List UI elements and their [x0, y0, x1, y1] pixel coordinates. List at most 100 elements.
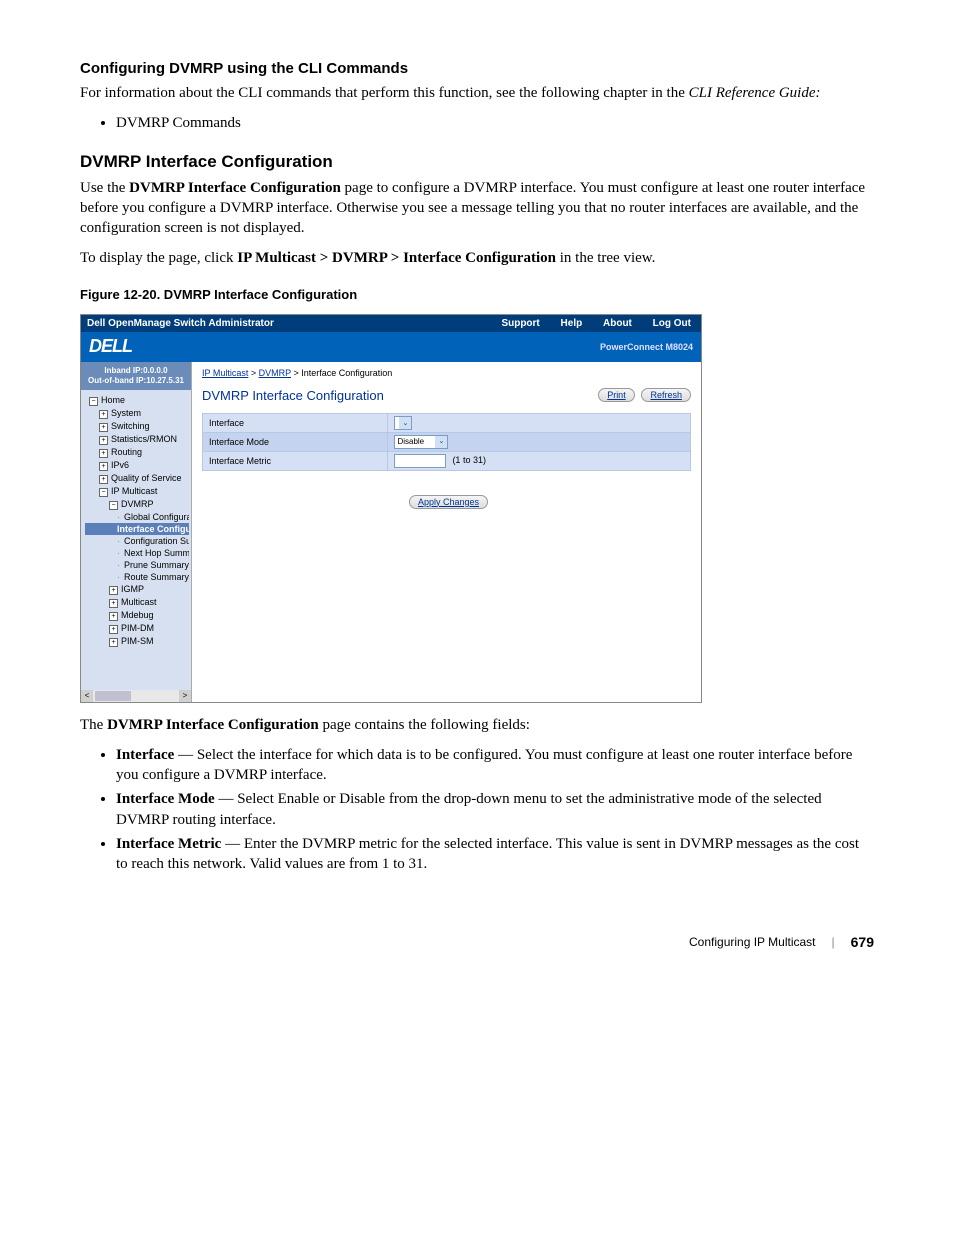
b1b: — Select the interface for which data is…	[116, 747, 852, 783]
tree-multicast[interactable]: +Multicast	[85, 596, 189, 609]
tree-gc[interactable]: ·Global Configuration	[85, 511, 189, 523]
link-help[interactable]: Help	[557, 318, 587, 329]
para-cli-text: For information about the CLI commands t…	[80, 85, 689, 101]
para-ic-1: Use the DVMRP Interface Configuration pa…	[80, 178, 874, 239]
tree-ps[interactable]: ·Prune Summary	[85, 559, 189, 571]
tree-qos-label: Quality of Service	[111, 473, 182, 483]
tree-system[interactable]: +System	[85, 407, 189, 420]
figure-caption: Figure 12-20. DVMRP Interface Configurat…	[80, 287, 874, 302]
field-interface-mode: Interface Mode — Select Enable or Disabl…	[116, 789, 874, 830]
link-about[interactable]: About	[599, 318, 636, 329]
tree-rs[interactable]: ·Route Summary	[85, 571, 189, 583]
label-interface-mode: Interface Mode	[203, 432, 388, 451]
footer-section: Configuring IP Multicast	[689, 935, 816, 949]
plus-icon: +	[99, 410, 108, 419]
tree-igmp[interactable]: +IGMP	[85, 583, 189, 596]
para-cli: For information about the CLI commands t…	[80, 83, 874, 103]
cli-ref: CLI Reference Guide:	[689, 85, 821, 101]
b3b: — Enter the DVMRP metric for the selecte…	[116, 836, 859, 872]
crumb-dvmrp[interactable]: DVMRP	[259, 368, 291, 378]
page-title: DVMRP Interface Configuration	[202, 388, 384, 403]
interface-metric-input[interactable]	[394, 454, 446, 468]
b2a: Interface Mode	[116, 791, 215, 807]
p1b: DVMRP Interface Configuration	[129, 180, 341, 196]
page-footer: Configuring IP Multicast | 679	[80, 934, 874, 950]
model-label: PowerConnect M8024	[600, 342, 693, 352]
interface-select[interactable]: ⌄	[394, 416, 412, 430]
tree-routing-label: Routing	[111, 447, 142, 457]
tree-pimdm[interactable]: +PIM-DM	[85, 622, 189, 635]
inband-ip: Inband IP:0.0.0.0	[83, 366, 189, 376]
apply-changes-button[interactable]: Apply Changes	[409, 495, 488, 509]
ss-titlebar: Dell OpenManage Switch Administrator Sup…	[81, 315, 701, 332]
p1a: Use the	[80, 180, 129, 196]
chevron-down-icon: ⌄	[399, 417, 411, 429]
tree-connector-icon: ·	[117, 572, 121, 582]
refresh-button[interactable]: Refresh	[641, 388, 691, 402]
plus-icon: +	[99, 462, 108, 471]
ss-brand-bar: DELL PowerConnect M8024	[81, 332, 701, 362]
tree-ipm-label: IP Multicast	[111, 486, 157, 496]
breadcrumb: IP Multicast > DVMRP > Interface Configu…	[202, 368, 691, 378]
oob-ip: Out-of-band IP:10.27.5.31	[83, 376, 189, 386]
plus-icon: +	[99, 423, 108, 432]
tree-connector-icon: ·	[117, 512, 121, 522]
tree-qos[interactable]: +Quality of Service	[85, 472, 189, 485]
plus-icon: +	[99, 436, 108, 445]
heading-cli: Configuring DVMRP using the CLI Commands	[80, 60, 874, 77]
cli-list: DVMRP Commands	[80, 113, 874, 133]
plus-icon: +	[109, 638, 118, 647]
lead-c: page contains the following fields:	[319, 717, 530, 733]
tree-pimsm[interactable]: +PIM-SM	[85, 635, 189, 648]
tree-dvmrp-label: DVMRP	[121, 499, 154, 509]
b3a: Interface Metric	[116, 836, 221, 852]
field-interface: Interface — Select the interface for whi…	[116, 745, 874, 786]
nav-scrollbar[interactable]: < >	[81, 690, 191, 702]
crumb-ipm[interactable]: IP Multicast	[202, 368, 248, 378]
minus-icon: −	[99, 488, 108, 497]
heading-dvmrp-ic: DVMRP Interface Configuration	[80, 152, 874, 172]
tree-dvmrp[interactable]: −DVMRP	[85, 498, 189, 511]
ss-title: Dell OpenManage Switch Administrator	[87, 318, 274, 329]
tree-mdebug[interactable]: +Mdebug	[85, 609, 189, 622]
tree-home[interactable]: −Home	[85, 394, 189, 407]
tree-ic-label: Interface Configurat	[117, 524, 189, 534]
tree-pimsm-label: PIM-SM	[121, 636, 154, 646]
scroll-right-icon[interactable]: >	[179, 690, 191, 702]
tree-rs-label: Route Summary	[124, 572, 189, 582]
tree-routing[interactable]: +Routing	[85, 446, 189, 459]
tree-nhs-label: Next Hop Summary	[124, 548, 189, 558]
row-interface-metric: Interface Metric (1 to 31)	[203, 451, 691, 470]
tree-nhs[interactable]: ·Next Hop Summary	[85, 547, 189, 559]
crumb-sep: >	[248, 368, 258, 378]
interface-mode-select[interactable]: Disable⌄	[394, 435, 448, 449]
tree-switching[interactable]: +Switching	[85, 420, 189, 433]
plus-icon: +	[99, 449, 108, 458]
crumb-current: Interface Configuration	[301, 368, 392, 378]
plus-icon: +	[109, 625, 118, 634]
print-button[interactable]: Print	[598, 388, 635, 402]
link-logout[interactable]: Log Out	[649, 318, 695, 329]
tree-ipv6-label: IPv6	[111, 460, 129, 470]
fields-lead: The DVMRP Interface Configuration page c…	[80, 715, 874, 735]
interface-mode-value: Disable	[397, 437, 424, 446]
dell-logo: DELL	[89, 336, 132, 357]
tree-multicast-label: Multicast	[121, 597, 157, 607]
cli-bullet: DVMRP Commands	[116, 113, 874, 133]
tree-ipv6[interactable]: +IPv6	[85, 459, 189, 472]
minus-icon: −	[89, 397, 98, 406]
tree-stats[interactable]: +Statistics/RMON	[85, 433, 189, 446]
scroll-thumb[interactable]	[95, 691, 131, 701]
lead-b: DVMRP Interface Configuration	[107, 717, 319, 733]
tree-mdebug-label: Mdebug	[121, 610, 154, 620]
minus-icon: −	[109, 501, 118, 510]
footer-sep: |	[832, 935, 835, 949]
link-support[interactable]: Support	[497, 318, 543, 329]
tree-ipm[interactable]: −IP Multicast	[85, 485, 189, 498]
tree-cs[interactable]: ·Configuration Summa	[85, 535, 189, 547]
fields-list: Interface — Select the interface for whi…	[80, 745, 874, 875]
p2b: IP Multicast > DVMRP > Interface Configu…	[237, 250, 556, 266]
tree-ic-selected[interactable]: Interface Configurat	[85, 523, 189, 535]
screenshot: Dell OpenManage Switch Administrator Sup…	[80, 314, 702, 703]
scroll-left-icon[interactable]: <	[81, 690, 93, 702]
